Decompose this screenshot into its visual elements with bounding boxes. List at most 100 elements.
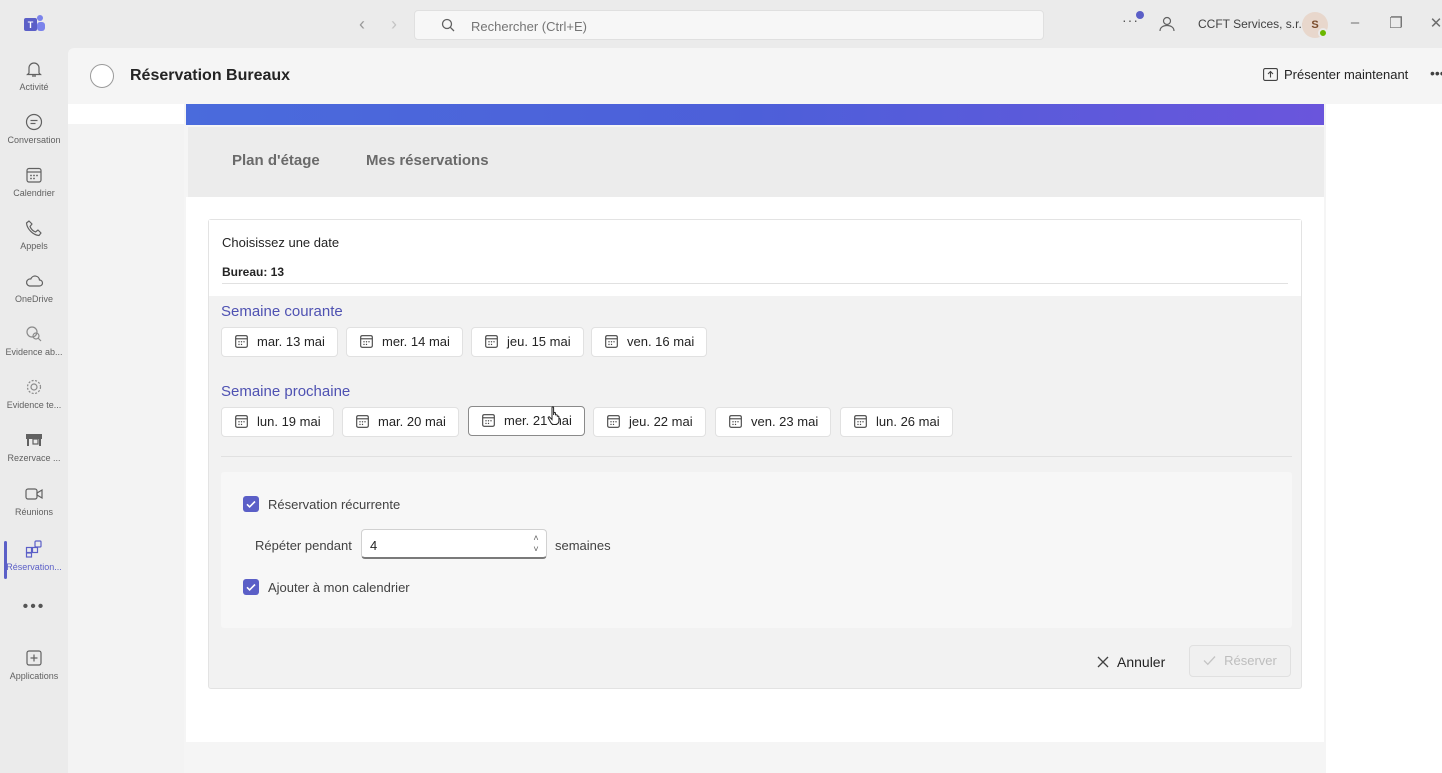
cancel-label: Annuler <box>1117 654 1166 670</box>
rail-item-onedrive[interactable]: OneDrive <box>0 265 68 318</box>
add-calendar-checkbox[interactable] <box>243 579 259 595</box>
mouse-cursor-icon <box>547 406 560 425</box>
add-calendar-option[interactable]: Ajouter à mon calendrier <box>243 579 410 595</box>
gear-icon <box>26 379 42 395</box>
right-margin <box>1326 104 1442 773</box>
calendar-icon <box>360 335 373 348</box>
checkmark-icon <box>1203 656 1216 666</box>
search-icon <box>441 18 455 32</box>
rail-item-activity[interactable]: Activité <box>0 53 68 106</box>
date-label: lun. 26 mai <box>876 414 940 429</box>
date-label: mar. 20 mai <box>378 414 446 429</box>
chevron-up-icon[interactable]: ˄ <box>530 533 542 543</box>
calendar-icon <box>356 415 369 428</box>
notification-dot <box>1136 11 1144 19</box>
rail-item-label: Evidence ab... <box>5 347 63 357</box>
teams-logo-icon[interactable]: T <box>22 13 46 35</box>
date-button[interactable]: mer. 14 mai <box>346 327 463 357</box>
calendar-icon <box>235 415 248 428</box>
recurrent-checkbox[interactable] <box>243 496 259 512</box>
calendar-icon <box>605 335 618 348</box>
calendar-icon <box>854 415 867 428</box>
calendar-icon <box>482 414 495 427</box>
repeat-weeks-stepper[interactable]: ˄ ˅ <box>361 529 547 559</box>
date-button[interactable]: mar. 20 mai <box>342 407 459 437</box>
phone-icon <box>25 220 42 237</box>
tab-bar: Plan d'étage Mes réservations <box>188 127 1324 197</box>
minimize-icon[interactable]: – <box>1345 14 1365 31</box>
forward-arrow-icon[interactable]: › <box>384 14 404 35</box>
rail-more-icon[interactable]: ••• <box>0 598 68 616</box>
rail-item-conversation[interactable]: Conversation <box>0 106 68 159</box>
rail-item-evidence-ab[interactable]: Evidence ab... <box>0 318 68 371</box>
tab-my-reservations[interactable]: Mes réservations <box>366 152 489 169</box>
restore-icon[interactable]: ❐ <box>1386 14 1406 32</box>
close-icon[interactable]: ✕ <box>1426 14 1442 32</box>
date-button[interactable]: lun. 19 mai <box>221 407 334 437</box>
rail-item-label: Réservation... <box>6 562 62 572</box>
rail-item-applications[interactable]: Applications <box>0 642 68 695</box>
divider <box>222 283 1288 284</box>
reserve-button[interactable]: Réserver <box>1189 645 1291 677</box>
date-label: ven. 23 mai <box>751 414 819 429</box>
rail-item-evidence-te[interactable]: Evidence te... <box>0 371 68 424</box>
header-more-icon[interactable]: ••• <box>1430 65 1442 81</box>
add-calendar-label: Ajouter à mon calendrier <box>268 580 410 595</box>
date-button[interactable]: ven. 16 mai <box>591 327 708 357</box>
close-icon <box>1097 656 1109 668</box>
date-button[interactable]: lun. 26 mai <box>840 407 953 437</box>
gradient-banner <box>186 104 1324 125</box>
left-rail: Activité Conversation Calendrier Appels … <box>0 48 68 773</box>
reserve-label: Réserver <box>1224 653 1277 668</box>
date-label: lun. 19 mai <box>257 414 321 429</box>
rail-item-calendar[interactable]: Calendrier <box>0 159 68 212</box>
rail-item-label: Réunions <box>14 507 54 517</box>
search-box[interactable] <box>414 10 1044 40</box>
cancel-button[interactable]: Annuler <box>1097 654 1165 676</box>
checkmark-icon <box>246 583 256 592</box>
next-week-label: Semaine prochaine <box>221 383 351 400</box>
tab-floor-plan[interactable]: Plan d'étage <box>232 152 320 169</box>
rail-item-label: OneDrive <box>14 294 53 304</box>
chevron-down-icon[interactable]: ˅ <box>530 544 542 554</box>
rail-item-reservation[interactable]: Réservation... <box>0 533 68 586</box>
date-label: mer. 14 mai <box>382 334 450 349</box>
apps-grid-icon <box>25 540 42 558</box>
back-arrow-icon[interactable]: ‹ <box>352 14 372 35</box>
date-button[interactable]: jeu. 22 mai <box>593 407 706 437</box>
desk-icon <box>26 434 42 446</box>
people-icon[interactable] <box>1158 15 1176 33</box>
rail-item-calls[interactable]: Appels <box>0 212 68 265</box>
calendar-icon <box>729 415 742 428</box>
title-bar: T ‹ › ··· CCFT Services, s.r.o. S – ❐ ✕ <box>0 0 1442 48</box>
app-header: Réservation Bureaux Présenter maintenant… <box>68 48 1442 104</box>
date-button[interactable]: jeu. 15 mai <box>471 327 584 357</box>
plus-square-icon <box>26 650 42 666</box>
rail-item-label: Activité <box>19 82 49 92</box>
recurrent-option[interactable]: Réservation récurrente <box>243 496 400 512</box>
date-button[interactable]: mer. 21 mai <box>468 406 585 436</box>
rail-item-label: Evidence te... <box>6 400 62 410</box>
video-icon <box>25 488 43 500</box>
weeks-unit-label: semaines <box>555 538 611 553</box>
page-title: Réservation Bureaux <box>130 67 291 84</box>
card-header: Choisissez une date Bureau: 13 <box>209 220 1301 296</box>
repeat-weeks-input[interactable] <box>370 536 520 554</box>
search-input[interactable] <box>471 16 971 36</box>
date-button[interactable]: mar. 13 mai <box>221 327 338 357</box>
date-label: jeu. 22 mai <box>629 414 693 429</box>
org-name[interactable]: CCFT Services, s.r.o. <box>1198 17 1312 31</box>
date-button[interactable]: ven. 23 mai <box>715 407 832 437</box>
booking-card: Choisissez une date Bureau: 13 Semaine c… <box>208 219 1302 689</box>
rail-item-label: Appels <box>20 241 48 251</box>
rail-item-rezervace[interactable]: Rezervace ... <box>0 424 68 477</box>
cloud-icon <box>26 275 44 287</box>
svg-text:T: T <box>28 20 34 30</box>
rail-item-label: Rezervace ... <box>7 453 61 463</box>
rail-item-meetings[interactable]: Réunions <box>0 478 68 531</box>
checkmark-icon <box>246 500 256 509</box>
repeat-label: Répéter pendant <box>255 538 352 553</box>
app-logo-icon <box>90 64 114 88</box>
present-now-button[interactable]: Présenter maintenant <box>1263 67 1408 87</box>
options-panel: Réservation récurrente Répéter pendant ˄… <box>221 472 1292 628</box>
